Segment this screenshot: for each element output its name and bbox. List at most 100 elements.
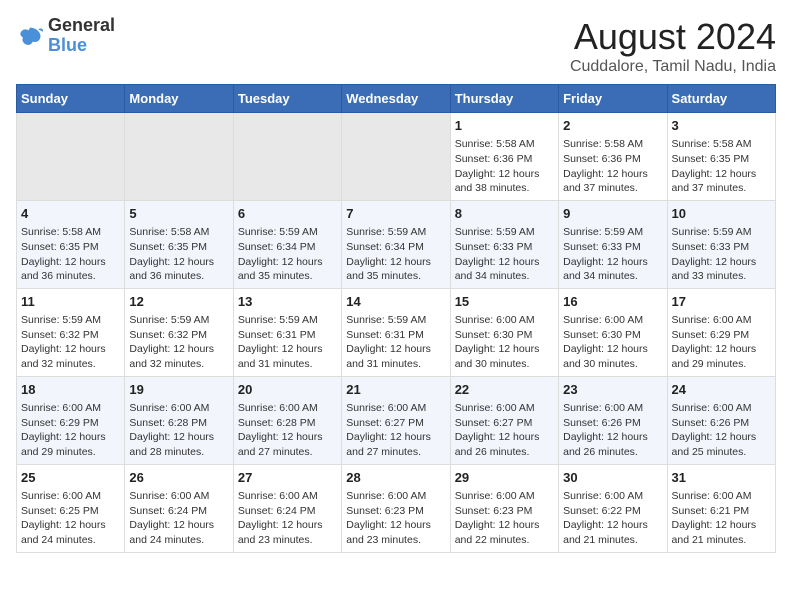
calendar-cell-23: 23Sunrise: 6:00 AMSunset: 6:26 PMDayligh… — [559, 376, 667, 464]
cell-sun-info: Sunrise: 6:00 AMSunset: 6:27 PMDaylight:… — [455, 401, 554, 460]
day-number: 13 — [238, 293, 337, 311]
day-number: 27 — [238, 469, 337, 487]
day-number: 7 — [346, 205, 445, 223]
cell-sun-info: Sunrise: 6:00 AMSunset: 6:24 PMDaylight:… — [238, 489, 337, 548]
weekday-header-wednesday: Wednesday — [342, 85, 450, 113]
calendar-cell-30: 30 Sunrise: 6:00 AMSunset: 6:22 PMDayligh… — [559, 464, 667, 552]
day-number: 14 — [346, 293, 445, 311]
day-number: 21 — [346, 381, 445, 399]
day-number: 6 — [238, 205, 337, 223]
calendar-cell-24: 24 Sunrise: 6:00 AMSunset: 6:26 PMDayligh… — [667, 376, 775, 464]
cell-sun-info: Sunrise: 6:00 AMSunset: 6:28 PMDaylight:… — [238, 401, 337, 460]
day-number: 22 — [455, 381, 554, 399]
day-number: 30 — [563, 469, 662, 487]
cell-sun-info: Sunrise: 5:58 AMSunset: 6:36 PMDaylight:… — [455, 137, 554, 196]
day-number: 23 — [563, 381, 662, 399]
calendar-cell-12: 12Sunrise: 5:59 AMSunset: 6:32 PMDayligh… — [125, 288, 233, 376]
calendar-cell-3: 3 Sunrise: 5:58 AMSunset: 6:35 PMDaylight… — [667, 113, 775, 201]
day-number: 5 — [129, 205, 228, 223]
calendar-cell-28: 28Sunrise: 6:00 AMSunset: 6:23 PMDayligh… — [342, 464, 450, 552]
calendar-cell-11: 11 Sunrise: 5:59 AMSunset: 6:32 PMDayligh… — [17, 288, 125, 376]
cell-sun-info: Sunrise: 5:59 AMSunset: 6:33 PMDaylight:… — [563, 225, 662, 284]
week-row-4: 18 Sunrise: 6:00 AMSunset: 6:29 PMDayligh… — [17, 376, 776, 464]
cell-sun-info: Sunrise: 5:59 AMSunset: 6:31 PMDaylight:… — [238, 313, 337, 372]
day-number: 17 — [672, 293, 771, 311]
calendar-cell-8: 8Sunrise: 5:59 AMSunset: 6:33 PMDaylight… — [450, 200, 558, 288]
week-row-5: 25 Sunrise: 6:00 AMSunset: 6:25 PMDayligh… — [17, 464, 776, 552]
cell-sun-info: Sunrise: 6:00 AMSunset: 6:30 PMDaylight:… — [455, 313, 554, 372]
cell-sun-info: Sunrise: 6:00 AMSunset: 6:23 PMDaylight:… — [455, 489, 554, 548]
day-number: 28 — [346, 469, 445, 487]
cell-sun-info: Sunrise: 6:00 AMSunset: 6:27 PMDaylight:… — [346, 401, 445, 460]
calendar-cell-20: 20 Sunrise: 6:00 AMSunset: 6:28 PMDayligh… — [233, 376, 341, 464]
cell-sun-info: Sunrise: 6:00 AMSunset: 6:26 PMDaylight:… — [672, 401, 771, 460]
logo-blue: Blue — [48, 36, 115, 56]
calendar-cell-21: 21 Sunrise: 6:00 AMSunset: 6:27 PMDayligh… — [342, 376, 450, 464]
day-number: 1 — [455, 117, 554, 135]
logo: General Blue — [16, 16, 115, 56]
day-number: 9 — [563, 205, 662, 223]
day-number: 4 — [21, 205, 120, 223]
calendar-cell-1: 1 Sunrise: 5:58 AMSunset: 6:36 PMDaylight… — [450, 113, 558, 201]
cell-sun-info: Sunrise: 5:59 AMSunset: 6:32 PMDaylight:… — [21, 313, 120, 372]
week-row-1: 1 Sunrise: 5:58 AMSunset: 6:36 PMDaylight… — [17, 113, 776, 201]
calendar-cell-13: 13 Sunrise: 5:59 AMSunset: 6:31 PMDayligh… — [233, 288, 341, 376]
calendar-cell-empty — [233, 113, 341, 201]
logo-bird-icon — [16, 22, 44, 50]
weekday-header-monday: Monday — [125, 85, 233, 113]
page-subtitle: Cuddalore, Tamil Nadu, India — [570, 58, 776, 76]
weekday-header-sunday: Sunday — [17, 85, 125, 113]
calendar-cell-7: 7 Sunrise: 5:59 AMSunset: 6:34 PMDaylight… — [342, 200, 450, 288]
cell-sun-info: Sunrise: 5:59 AMSunset: 6:33 PMDaylight:… — [455, 225, 554, 284]
calendar-cell-17: 17 Sunrise: 6:00 AMSunset: 6:29 PMDayligh… — [667, 288, 775, 376]
calendar-cell-6: 6Sunrise: 5:59 AMSunset: 6:34 PMDaylight… — [233, 200, 341, 288]
calendar-cell-2: 2 Sunrise: 5:58 AMSunset: 6:36 PMDaylight… — [559, 113, 667, 201]
calendar-cell-22: 22 Sunrise: 6:00 AMSunset: 6:27 PMDayligh… — [450, 376, 558, 464]
day-number: 12 — [129, 293, 228, 311]
calendar-cell-27: 27 Sunrise: 6:00 AMSunset: 6:24 PMDayligh… — [233, 464, 341, 552]
weekday-header-friday: Friday — [559, 85, 667, 113]
cell-sun-info: Sunrise: 6:00 AMSunset: 6:29 PMDaylight:… — [21, 401, 120, 460]
day-number: 15 — [455, 293, 554, 311]
cell-sun-info: Sunrise: 5:59 AMSunset: 6:33 PMDaylight:… — [672, 225, 771, 284]
cell-sun-info: Sunrise: 6:00 AMSunset: 6:29 PMDaylight:… — [672, 313, 771, 372]
calendar-cell-10: 10 Sunrise: 5:59 AMSunset: 6:33 PMDayligh… — [667, 200, 775, 288]
cell-sun-info: Sunrise: 5:59 AMSunset: 6:34 PMDaylight:… — [346, 225, 445, 284]
day-number: 29 — [455, 469, 554, 487]
calendar-cell-4: 4Sunrise: 5:58 AMSunset: 6:35 PMDaylight… — [17, 200, 125, 288]
calendar-cell-31: 31 Sunrise: 6:00 AMSunset: 6:21 PMDayligh… — [667, 464, 775, 552]
cell-sun-info: Sunrise: 5:58 AMSunset: 6:35 PMDaylight:… — [129, 225, 228, 284]
day-number: 3 — [672, 117, 771, 135]
day-number: 26 — [129, 469, 228, 487]
day-number: 24 — [672, 381, 771, 399]
day-number: 19 — [129, 381, 228, 399]
title-area: August 2024 Cuddalore, Tamil Nadu, India — [570, 16, 776, 76]
cell-sun-info: Sunrise: 6:00 AMSunset: 6:22 PMDaylight:… — [563, 489, 662, 548]
day-number: 25 — [21, 469, 120, 487]
cell-sun-info: Sunrise: 6:00 AMSunset: 6:30 PMDaylight:… — [563, 313, 662, 372]
calendar-cell-29: 29 Sunrise: 6:00 AMSunset: 6:23 PMDayligh… — [450, 464, 558, 552]
day-number: 18 — [21, 381, 120, 399]
day-number: 20 — [238, 381, 337, 399]
calendar-cell-25: 25 Sunrise: 6:00 AMSunset: 6:25 PMDayligh… — [17, 464, 125, 552]
day-number: 11 — [21, 293, 120, 311]
weekday-header-tuesday: Tuesday — [233, 85, 341, 113]
calendar-cell-16: 16Sunrise: 6:00 AMSunset: 6:30 PMDayligh… — [559, 288, 667, 376]
cell-sun-info: Sunrise: 5:58 AMSunset: 6:35 PMDaylight:… — [672, 137, 771, 196]
cell-sun-info: Sunrise: 6:00 AMSunset: 6:25 PMDaylight:… — [21, 489, 120, 548]
cell-sun-info: Sunrise: 6:00 AMSunset: 6:21 PMDaylight:… — [672, 489, 771, 548]
calendar-cell-14: 14 Sunrise: 5:59 AMSunset: 6:31 PMDayligh… — [342, 288, 450, 376]
week-row-3: 11 Sunrise: 5:59 AMSunset: 6:32 PMDayligh… — [17, 288, 776, 376]
weekday-header-saturday: Saturday — [667, 85, 775, 113]
weekday-header-row: SundayMondayTuesdayWednesdayThursdayFrid… — [17, 85, 776, 113]
day-number: 2 — [563, 117, 662, 135]
day-number: 31 — [672, 469, 771, 487]
calendar-cell-15: 15 Sunrise: 6:00 AMSunset: 6:30 PMDayligh… — [450, 288, 558, 376]
day-number: 10 — [672, 205, 771, 223]
logo-general: General — [48, 16, 115, 36]
cell-sun-info: Sunrise: 5:59 AMSunset: 6:31 PMDaylight:… — [346, 313, 445, 372]
cell-sun-info: Sunrise: 5:58 AMSunset: 6:36 PMDaylight:… — [563, 137, 662, 196]
week-row-2: 4 Sunrise: 5:58 AMSunset: 6:35 PMDaylight… — [17, 200, 776, 288]
cell-sun-info: Sunrise: 6:00 AMSunset: 6:24 PMDaylight:… — [129, 489, 228, 548]
calendar-cell-5: 5 Sunrise: 5:58 AMSunset: 6:35 PMDaylight… — [125, 200, 233, 288]
